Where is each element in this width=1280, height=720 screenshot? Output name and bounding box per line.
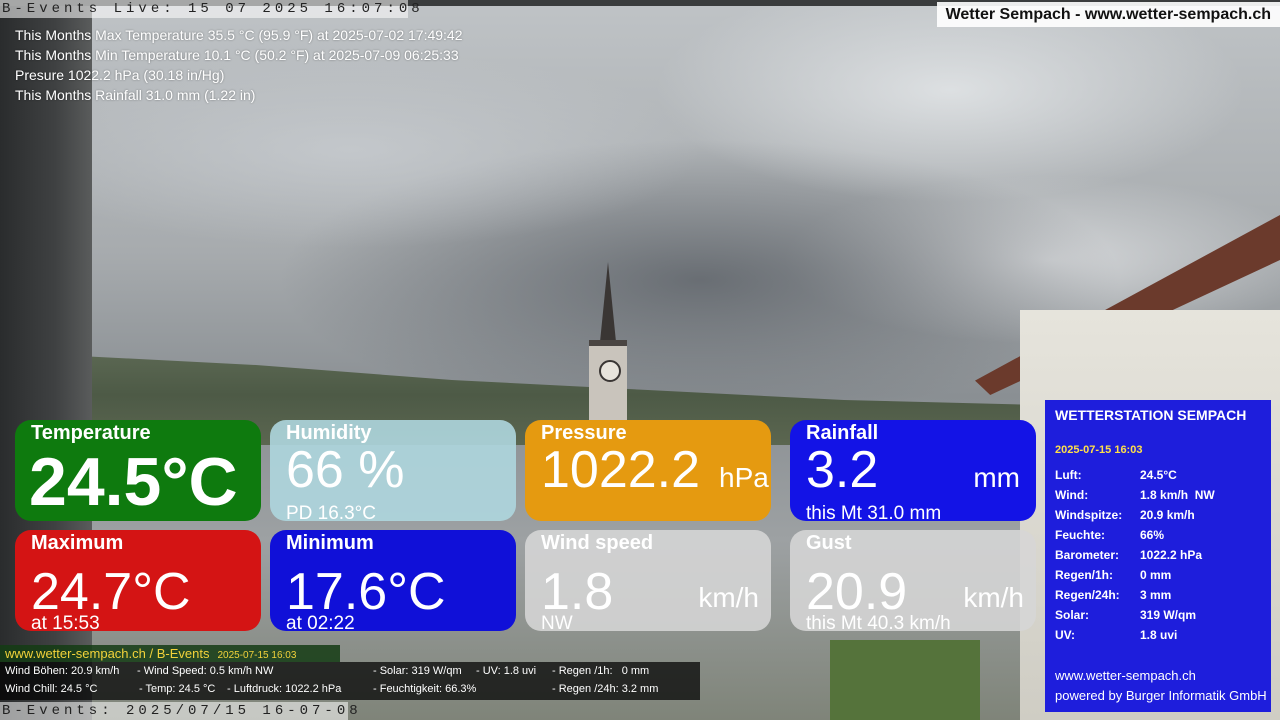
tile-sub: NW bbox=[541, 613, 573, 631]
tile-sub: this Mt 31.0 mm bbox=[806, 503, 942, 521]
tile-sub: this Mt 40.3 km/h bbox=[806, 613, 951, 631]
footer-rain-24h: - Regen /24h: 3.2 mm bbox=[552, 683, 659, 695]
live-timestamp-ticker: B-Events Live: 15 07 2025 16:07:08 bbox=[0, 0, 424, 18]
footer-header: www.wetter-sempach.ch / B-Events 2025-07-… bbox=[0, 645, 340, 662]
church-tower bbox=[586, 262, 630, 428]
reading-value: 3 mm bbox=[1140, 588, 1172, 602]
tile-label: Minimum bbox=[286, 532, 374, 554]
footer-uv: - UV: 1.8 uvi bbox=[476, 665, 537, 677]
tile-unit: km/h bbox=[963, 582, 1024, 613]
tile-value: 3.2 bbox=[806, 441, 879, 499]
pressure-tile: Pressure 1022.2 hPa bbox=[525, 420, 771, 521]
tile-label: Wind speed bbox=[541, 532, 654, 554]
reading-value: 1022.2 hPa bbox=[1140, 548, 1203, 562]
panel-url: www.wetter-sempach.ch bbox=[1055, 668, 1196, 683]
monthly-stats: This Months Max Temperature 35.5 °C (95.… bbox=[15, 25, 463, 105]
footer-wind-gust: Wind Böhen: 20.9 km/h bbox=[5, 665, 120, 677]
reading-row: Feuchte: 66% bbox=[1053, 525, 1217, 545]
reading-key: Regen/1h: bbox=[1055, 568, 1114, 582]
panel-readings: Luft: 24.5°C Wind: 1.8 km/h NW Windspitze:… bbox=[1053, 465, 1217, 645]
reading-row: Regen/24h: 3 mm bbox=[1053, 585, 1217, 605]
bottom-timestamp-ticker: B-Events: 2025/07/15 16-07-08 bbox=[0, 702, 362, 720]
station-panel: WETTERSTATION SEMPACH 2025-07-15 16:03 L… bbox=[1045, 400, 1271, 712]
footer-datetime: 2025-07-15 16:03 bbox=[217, 650, 297, 661]
stat-rainfall: This Months Rainfall 31.0 mm (1.22 in) bbox=[15, 87, 256, 103]
footer-wind-speed: - Wind Speed: 0.5 km/h NW bbox=[137, 665, 274, 677]
reading-value: 66% bbox=[1140, 528, 1165, 542]
stat-max-temp: This Months Max Temperature 35.5 °C (95.… bbox=[15, 27, 463, 43]
reading-value: 20.9 km/h bbox=[1140, 508, 1195, 522]
humidity-tile: Humidity 66 % PD 16.3°C bbox=[270, 420, 516, 521]
gust-tile: Gust 20.9 km/h this Mt 40.3 km/h bbox=[790, 530, 1036, 631]
footer-rain-1h: - Regen /1h: 0 mm bbox=[552, 665, 650, 677]
footer-humidity: - Feuchtigkeit: 66.3% bbox=[373, 683, 477, 695]
stat-pressure: Presure 1022.2 hPa (30.18 in/Hg) bbox=[15, 67, 225, 83]
reading-row: Luft: 24.5°C bbox=[1053, 465, 1217, 485]
tile-value: 1022.2 bbox=[541, 441, 701, 499]
tile-unit: mm bbox=[973, 462, 1020, 493]
tile-unit: hPa bbox=[719, 462, 769, 493]
church-spire bbox=[600, 262, 616, 342]
footer-wind-chill: Wind Chill: 24.5 °C bbox=[5, 683, 98, 695]
tile-sub: at 02:22 bbox=[286, 613, 355, 631]
reading-row: Windspitze: 20.9 km/h bbox=[1053, 505, 1217, 525]
reading-key: Windspitze: bbox=[1055, 508, 1123, 522]
panel-powered-by: powered by Burger Informatik GmbH bbox=[1055, 688, 1267, 703]
reading-row: Wind: 1.8 km/h NW bbox=[1053, 485, 1217, 505]
reading-row: Solar: 319 W/qm bbox=[1053, 605, 1217, 625]
reading-value: 1.8 uvi bbox=[1140, 628, 1178, 642]
reading-value: 24.5°C bbox=[1140, 468, 1177, 482]
footer-pressure: - Luftdruck: 1022.2 hPa bbox=[227, 683, 342, 695]
maximum-tile: Maximum 24.7°C at 15:53 bbox=[15, 530, 261, 631]
church-clock bbox=[599, 360, 621, 382]
tile-value: 66 % bbox=[286, 441, 405, 499]
reading-key: Wind: bbox=[1055, 488, 1089, 502]
tile-value: 24.5°C bbox=[29, 444, 238, 520]
reading-row: UV: 1.8 uvi bbox=[1053, 625, 1217, 645]
footer-temp: - Temp: 24.5 °C bbox=[139, 683, 216, 695]
minimum-tile: Minimum 17.6°C at 02:22 bbox=[270, 530, 516, 631]
tile-sub: at 15:53 bbox=[31, 613, 100, 631]
reading-key: Barometer: bbox=[1055, 548, 1120, 562]
panel-date: 2025-07-15 16:03 bbox=[1055, 444, 1143, 456]
reading-key: Feuchte: bbox=[1055, 528, 1106, 542]
reading-key: Regen/24h: bbox=[1055, 588, 1120, 602]
wind-speed-tile: Wind speed 1.8 km/h NW bbox=[525, 530, 771, 631]
tile-label: Temperature bbox=[31, 422, 151, 444]
church-tower-body bbox=[589, 340, 627, 428]
temperature-tile: Temperature 24.5°C bbox=[15, 420, 261, 521]
tile-unit: km/h bbox=[698, 582, 759, 613]
footer-readings: Wind Böhen: 20.9 km/h - Wind Speed: 0.5 … bbox=[0, 662, 700, 700]
panel-title: WETTERSTATION SEMPACH bbox=[1055, 407, 1247, 423]
footer-site: www.wetter-sempach.ch / B-Events bbox=[5, 646, 210, 661]
reading-key: Solar: bbox=[1055, 608, 1090, 622]
reading-key: Luft: bbox=[1055, 468, 1082, 482]
reading-value: 0 mm bbox=[1140, 568, 1172, 582]
reading-row: Barometer: 1022.2 hPa bbox=[1053, 545, 1217, 565]
reading-key: UV: bbox=[1055, 628, 1076, 642]
reading-row: Regen/1h: 0 mm bbox=[1053, 565, 1217, 585]
stat-min-temp: This Months Min Temperature 10.1 °C (50.… bbox=[15, 47, 459, 63]
tile-label: Gust bbox=[806, 532, 852, 554]
tile-label: Maximum bbox=[31, 532, 124, 554]
reading-value: 1.8 km/h NW bbox=[1140, 488, 1215, 502]
tile-sub: PD 16.3°C bbox=[286, 503, 376, 521]
rainfall-tile: Rainfall 3.2 mm this Mt 31.0 mm bbox=[790, 420, 1036, 521]
footer-solar: - Solar: 319 W/qm bbox=[373, 665, 462, 677]
site-title: Wetter Sempach - www.wetter-sempach.ch bbox=[936, 2, 1280, 27]
reading-value: 319 W/qm bbox=[1140, 608, 1197, 622]
garden bbox=[830, 640, 980, 720]
